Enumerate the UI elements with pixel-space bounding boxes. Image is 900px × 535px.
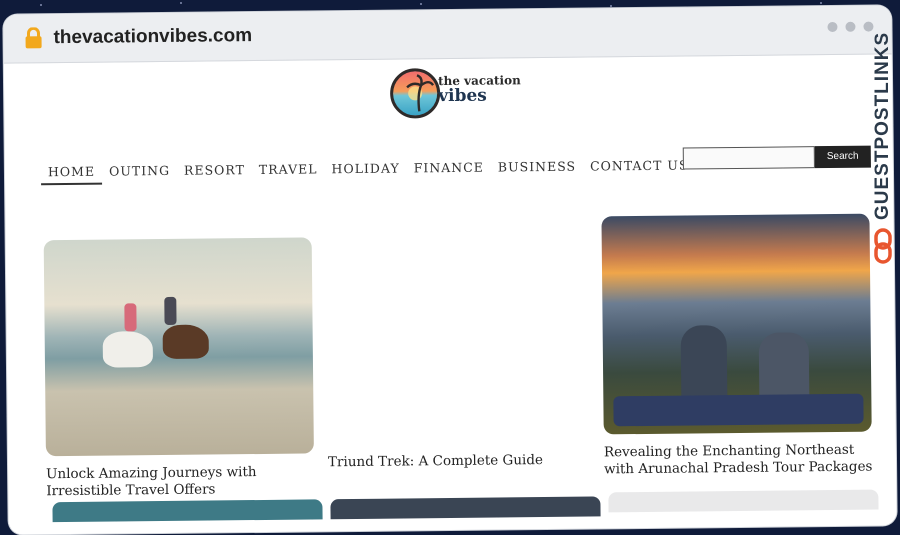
chain-link-icon bbox=[874, 228, 892, 264]
nav-outing[interactable]: OUTING bbox=[102, 159, 177, 185]
blanket-shape bbox=[613, 393, 864, 427]
lock-icon bbox=[25, 27, 42, 49]
url-text[interactable]: thevacationvibes.com bbox=[53, 25, 252, 49]
post-title[interactable]: Triund Trek: A Complete Guide bbox=[328, 451, 598, 471]
main-nav: HOME OUTING RESORT TRAVEL HOLIDAY FINANC… bbox=[40, 153, 696, 186]
window-controls bbox=[827, 21, 874, 33]
browser-window: thevacationvibes.com the vacation vibes … bbox=[3, 5, 897, 535]
site-logo[interactable]: the vacation vibes bbox=[389, 65, 531, 122]
search-button[interactable]: Search bbox=[814, 145, 871, 169]
nav-holiday[interactable]: HOLIDAY bbox=[324, 156, 406, 182]
rider-shape bbox=[124, 303, 137, 332]
post-card[interactable]: Triund Trek: A Complete Guide bbox=[328, 451, 598, 471]
window-dot-icon[interactable] bbox=[827, 21, 838, 33]
window-dot-icon[interactable] bbox=[863, 21, 874, 32]
post-card[interactable]: Revealing the Enchanting Northeast with … bbox=[601, 213, 874, 479]
nav-travel[interactable]: TRAVEL bbox=[252, 157, 325, 183]
nav-resort[interactable]: RESORT bbox=[177, 158, 252, 184]
post-image-mountain-couple[interactable] bbox=[601, 213, 872, 435]
nav-home[interactable]: HOME bbox=[40, 159, 103, 186]
search-form: Search bbox=[682, 145, 871, 170]
horse-shape bbox=[102, 331, 154, 368]
logo-text: the vacation vibes bbox=[437, 73, 521, 107]
nav-contact-us[interactable]: CONTACT US bbox=[583, 153, 696, 179]
watermark-text: GUESTPOSTLINKS bbox=[872, 31, 893, 220]
horse-shape bbox=[162, 324, 209, 360]
search-input[interactable] bbox=[682, 146, 815, 170]
website-content: the vacation vibes HOME OUTING RESORT TR… bbox=[4, 53, 897, 534]
post-image-preview[interactable] bbox=[608, 489, 879, 513]
person-shape bbox=[758, 332, 810, 403]
post-image-horses-beach[interactable] bbox=[43, 237, 314, 457]
palm-sunset-icon bbox=[389, 68, 441, 119]
nav-finance[interactable]: FINANCE bbox=[407, 156, 491, 182]
post-card[interactable]: Unlock Amazing Journeys with Irresistibl… bbox=[43, 237, 317, 500]
post-title[interactable]: Revealing the Enchanting Northeast with … bbox=[604, 442, 874, 479]
guestpostlinks-watermark: GUESTPOSTLINKS bbox=[870, 32, 896, 280]
rider-shape bbox=[164, 296, 177, 325]
post-title[interactable]: Unlock Amazing Journeys with Irresistibl… bbox=[46, 463, 316, 500]
nav-business[interactable]: BUSINESS bbox=[491, 155, 583, 181]
person-shape bbox=[680, 325, 728, 402]
post-image-preview[interactable] bbox=[330, 496, 601, 520]
window-dot-icon[interactable] bbox=[845, 21, 856, 32]
